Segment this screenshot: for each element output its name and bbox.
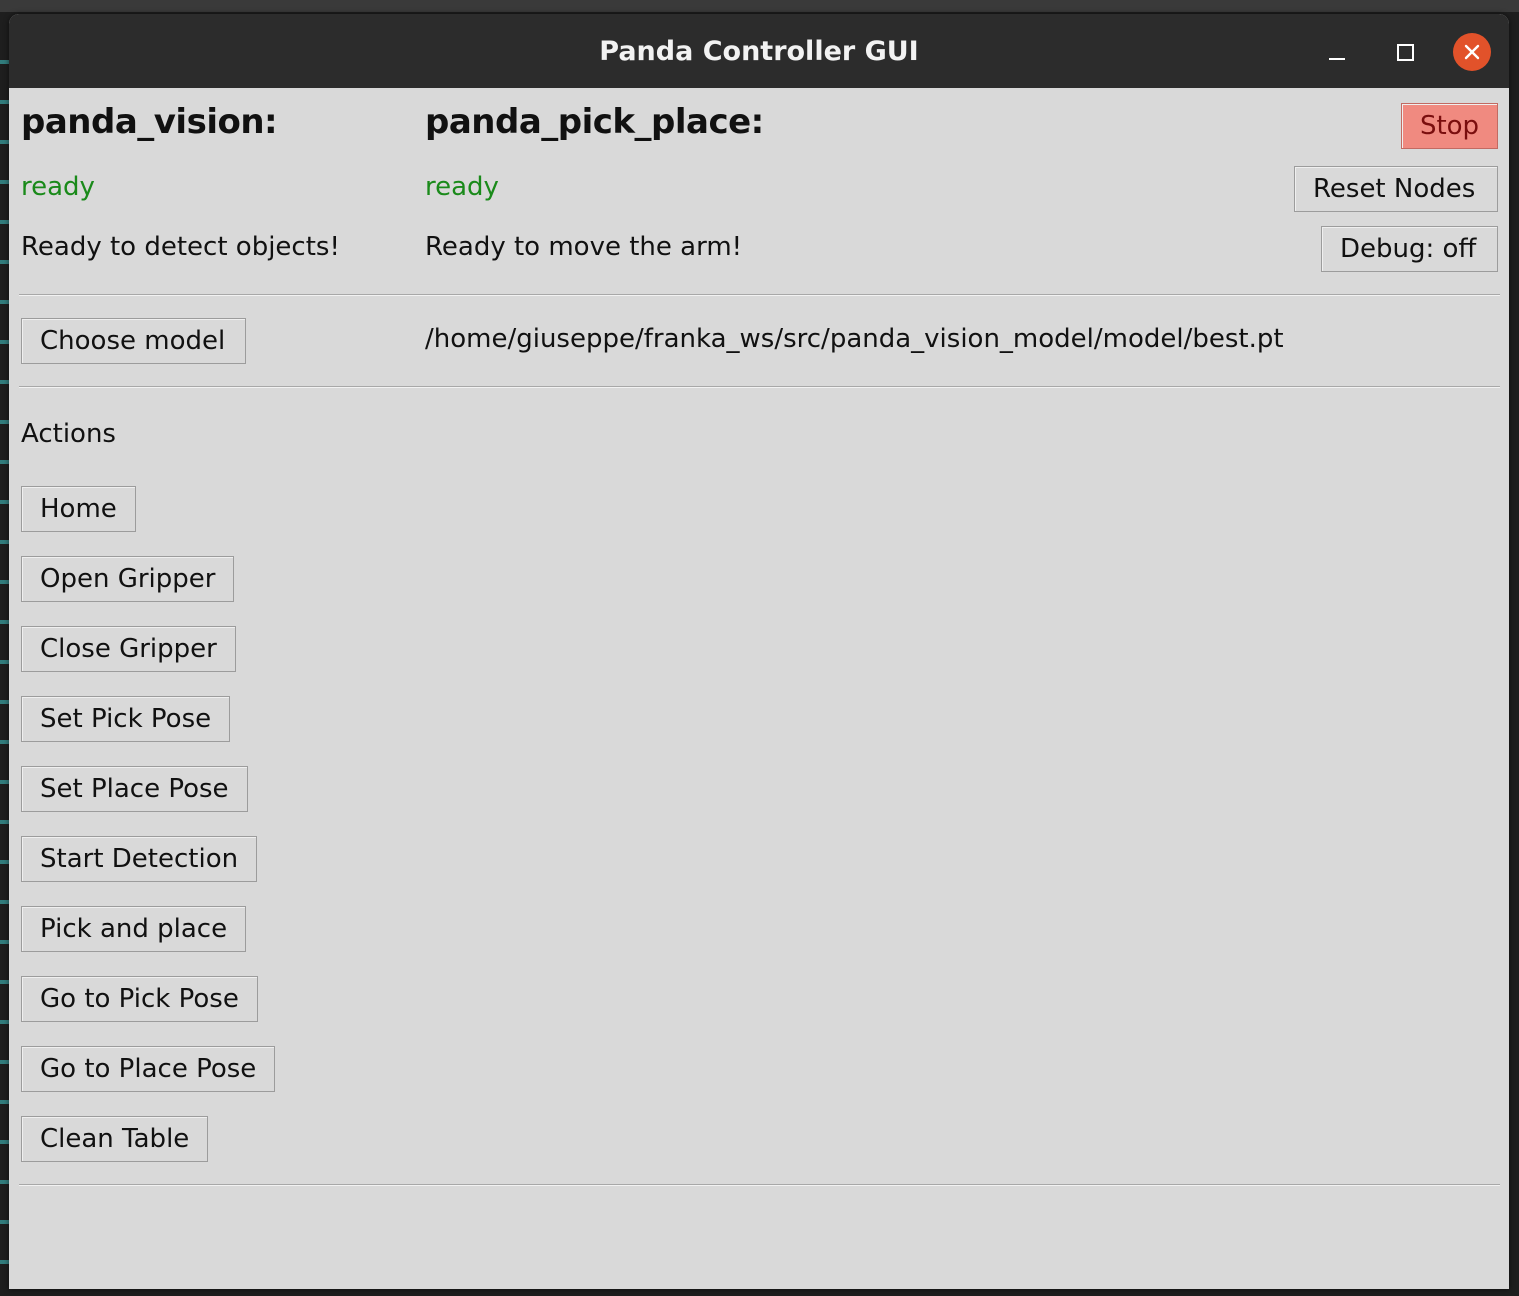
minimize-button[interactable] [1318,33,1356,71]
pick-place-message: Ready to move the arm! [425,232,743,262]
background-terminal-edge [0,40,9,1290]
go-to-pick-pose-button[interactable]: Go to Pick Pose [21,976,258,1022]
start-detection-button[interactable]: Start Detection [21,836,258,882]
reset-nodes-button[interactable]: Reset Nodes [1294,166,1498,212]
vision-status: ready [21,172,95,202]
panda-controller-window: Panda Controller GUI panda_vision: panda… [9,14,1509,1289]
choose-model-button[interactable]: Choose model [21,318,246,364]
set-place-pose-button[interactable]: Set Place Pose [21,766,248,812]
separator [19,294,1500,296]
close-icon [1464,44,1480,60]
open-gripper-button[interactable]: Open Gripper [21,556,235,602]
clean-table-button[interactable]: Clean Table [21,1116,209,1162]
window-title: Panda Controller GUI [599,36,919,67]
vision-node-name: panda_vision: [21,102,278,142]
set-pick-pose-button[interactable]: Set Pick Pose [21,696,231,742]
home-button[interactable]: Home [21,486,136,532]
desktop-top-strip [0,0,1519,12]
pick-place-node-name: panda_pick_place: [425,102,764,142]
main-content: panda_vision: panda_pick_place: Stop rea… [9,88,1509,1289]
close-button[interactable] [1453,33,1491,71]
go-to-place-pose-button[interactable]: Go to Place Pose [21,1046,276,1092]
stop-button[interactable]: Stop [1401,103,1498,149]
maximize-button[interactable] [1386,33,1424,71]
vision-message: Ready to detect objects! [21,232,340,262]
debug-toggle-button[interactable]: Debug: off [1321,226,1498,272]
desktop: Panda Controller GUI panda_vision: panda… [0,0,1519,1296]
close-gripper-button[interactable]: Close Gripper [21,626,236,672]
maximize-icon [1396,43,1414,61]
separator [19,1184,1500,1186]
titlebar[interactable]: Panda Controller GUI [9,14,1509,88]
actions-heading: Actions [21,419,116,449]
separator [19,386,1500,388]
pick-and-place-button[interactable]: Pick and place [21,906,247,952]
pick-place-status: ready [425,172,499,202]
minimize-icon [1329,58,1345,60]
model-path: /home/giuseppe/franka_ws/src/panda_visio… [425,324,1284,354]
